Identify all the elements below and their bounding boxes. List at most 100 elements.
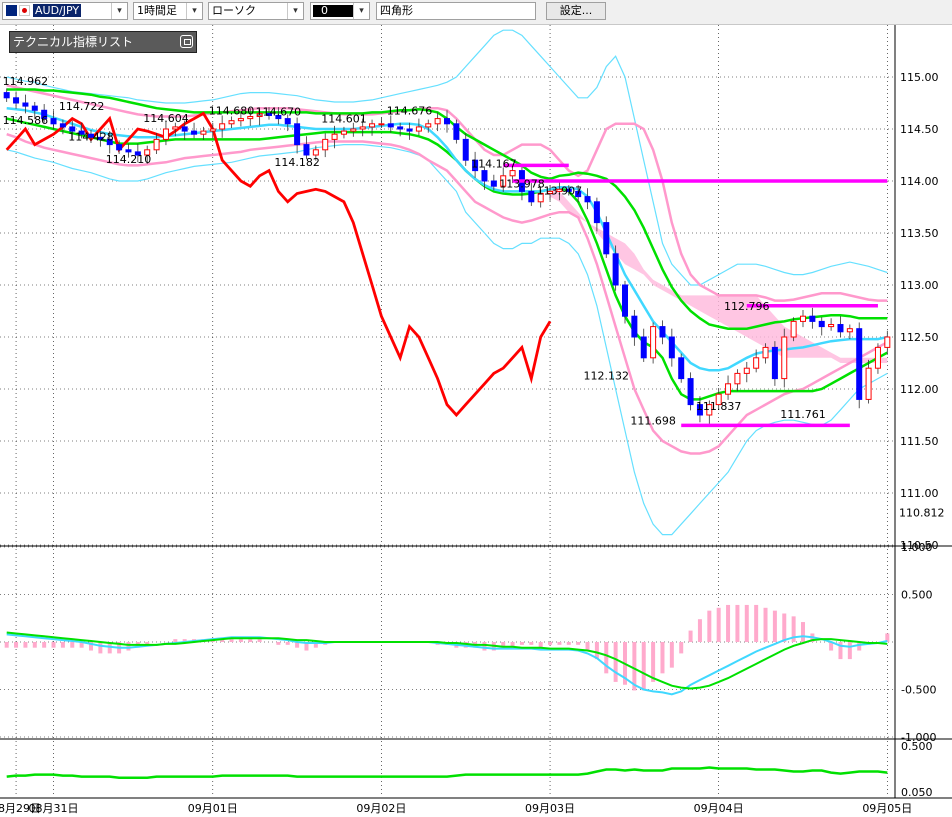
chart-area[interactable]: 114.962 114.722 114.586 114.428 114.210 114.6… <box>0 25 952 817</box>
timeframe-select[interactable]: 1時間足 ▾ <box>133 2 203 20</box>
candle-body <box>659 326 666 338</box>
macd-histogram-bar <box>548 642 553 645</box>
macd-histogram-bar <box>744 604 749 642</box>
candle-body <box>50 118 57 125</box>
macd-histogram-bar <box>604 642 609 674</box>
x-tick-label: 09月01日 <box>188 802 238 815</box>
macd-histogram-bar <box>519 642 524 645</box>
candle-body <box>359 126 366 130</box>
candle-body <box>668 336 675 359</box>
candle-body <box>303 144 310 156</box>
candle-body <box>172 126 179 130</box>
candle-body <box>743 367 750 374</box>
candle-body <box>425 123 432 128</box>
macd-histogram-bar <box>641 642 646 691</box>
macd-histogram-bar <box>482 642 487 651</box>
price-annotation: 112.132 <box>584 369 630 382</box>
price-tick-label: 114.00 <box>900 175 939 188</box>
candle-body <box>509 170 516 177</box>
color-select[interactable]: 0 ▾ <box>310 2 370 20</box>
macd-histogram-bar <box>566 642 571 645</box>
macd-histogram-bar <box>248 639 253 642</box>
macd-histogram-bar <box>60 642 65 648</box>
price-annotation: 114.167 <box>471 158 516 171</box>
oscillator-tick-label: 0.050 <box>901 786 933 799</box>
candle-body <box>687 378 694 406</box>
candle-body <box>762 346 769 359</box>
price-tick-label: 112.50 <box>900 331 939 344</box>
chevron-down-icon: ▾ <box>287 3 303 19</box>
price-annotation: 114.670 <box>256 105 302 118</box>
x-tick-label: 09月03日 <box>525 802 575 815</box>
price-annotation: 113.907 <box>537 185 583 198</box>
candle-body <box>340 130 347 135</box>
macd-histogram-bar <box>782 613 787 642</box>
settings-button[interactable]: 設定... <box>546 2 606 20</box>
macd-histogram-bar <box>660 642 665 674</box>
candle-body <box>13 97 20 104</box>
currency-pair-select[interactable]: AUD/JPY ▾ <box>2 2 128 20</box>
macd-histogram-bar <box>754 604 759 642</box>
x-tick-label: 09月02日 <box>356 802 406 815</box>
candle-body <box>200 130 207 135</box>
candle-body <box>191 130 198 135</box>
candle-body <box>125 149 132 153</box>
price-annotation: 114.962 <box>3 75 49 88</box>
technical-indicator-list[interactable]: テクニカル指標リスト <box>9 31 197 53</box>
macd-histogram-bar <box>285 642 290 645</box>
candle-body <box>790 320 797 338</box>
price-tick-label: 111.50 <box>900 435 939 448</box>
restore-icon[interactable] <box>180 35 193 48</box>
chart-type-select[interactable]: ローソク ▾ <box>208 2 304 20</box>
macd-histogram-bar <box>529 642 534 645</box>
macd-histogram-bar <box>51 642 56 648</box>
macd-histogram-bar <box>32 642 37 648</box>
candle-body <box>640 336 647 359</box>
macd-histogram-bar <box>707 610 712 642</box>
macd-histogram-bar <box>613 642 618 682</box>
drawing-shape-field[interactable]: 四角形 <box>376 2 536 20</box>
macd-tick-label: -0.500 <box>901 684 936 697</box>
price-tick-label: 113.50 <box>900 227 939 240</box>
macd-tick-label: 0.500 <box>901 589 933 602</box>
candle-body <box>753 357 760 369</box>
candle-body <box>153 138 160 151</box>
candle-body <box>809 315 816 322</box>
candle-body <box>734 372 741 385</box>
macd-histogram-bar <box>585 642 590 651</box>
candle-body <box>884 336 891 348</box>
candle-body <box>228 120 235 125</box>
candle-body <box>612 253 619 286</box>
price-tick-label: 111.00 <box>900 487 939 500</box>
candle-body <box>622 284 628 317</box>
price-annotation: 114.676 <box>387 105 433 118</box>
candle-body <box>59 123 66 128</box>
price-annotation: 111.698 <box>630 414 676 427</box>
price-tick-label: 113.00 <box>900 279 939 292</box>
price-tick-label: 114.50 <box>900 123 939 136</box>
indicator-list-title: テクニカル指標リスト <box>13 35 134 49</box>
macd-histogram-bar <box>679 642 684 654</box>
candle-body <box>856 328 863 400</box>
x-tick-label: 08月31日 <box>29 802 79 815</box>
color-swatch <box>313 5 353 17</box>
price-annotation: 114.182 <box>274 156 320 169</box>
candle-body <box>781 336 788 380</box>
macd-histogram-bar <box>126 642 131 651</box>
candle-body <box>378 123 385 126</box>
candle-body <box>490 180 497 187</box>
candle-body <box>397 126 404 130</box>
macd-histogram-bar <box>801 622 805 642</box>
macd-histogram-bar <box>716 607 721 642</box>
price-annotation: 114.604 <box>143 112 189 125</box>
candle-body <box>31 105 38 111</box>
x-tick-label: 09月04日 <box>694 802 744 815</box>
macd-histogram-bar <box>229 639 234 642</box>
toolbar: AUD/JPY ▾ 1時間足 ▾ ローソク ▾ 0 ▾ 四角形 設定... <box>0 0 952 25</box>
candle-body <box>865 367 872 400</box>
candle-body <box>818 320 825 328</box>
candle-body <box>322 138 329 151</box>
candle-body <box>350 128 357 132</box>
price-annotation: 112.796 <box>724 300 770 313</box>
candle-body <box>453 123 460 140</box>
